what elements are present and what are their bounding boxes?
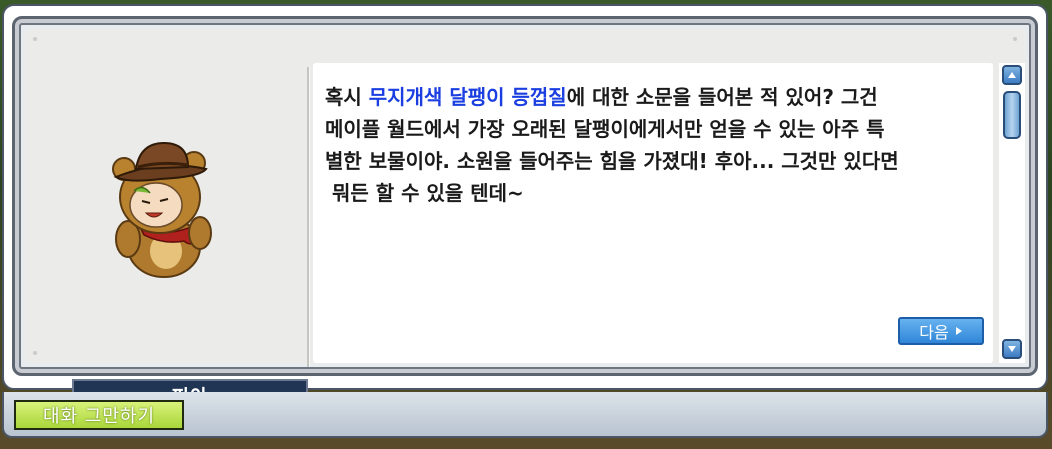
arrow-down-icon (1008, 346, 1016, 352)
end-chat-button[interactable]: 대화 그만하기 (14, 400, 184, 430)
panel-separator (307, 67, 310, 367)
dialog-text-box: 혹시 무지개색 달팽이 등껍질에 대한 소문을 들어본 적 있어? 그건 메이플… (313, 63, 993, 363)
dialog-line: 혹시 무지개색 달팽이 등껍질에 대한 소문을 들어본 적 있어? 그건 (325, 81, 985, 113)
game-screen: 피아 혹시 무지개색 달팽이 등껍질에 대한 소문을 들어본 적 있어? 그건 … (0, 0, 1052, 449)
dialog-frame: 피아 혹시 무지개색 달팽이 등껍질에 대한 소문을 들어본 적 있어? 그건 … (12, 16, 1038, 412)
npc-sprite (112, 141, 212, 278)
dialog-text: 혹시 무지개색 달팽이 등껍질에 대한 소문을 들어본 적 있어? 그건 메이플… (325, 81, 985, 209)
dialog-panel: 피아 혹시 무지개색 달팽이 등껍질에 대한 소문을 들어본 적 있어? 그건 … (25, 29, 1025, 412)
dialog-text-suffix: 에 대한 소문을 들어본 적 있어? 그건 (566, 85, 878, 109)
next-button[interactable]: 다음 (898, 317, 984, 345)
dialog-bottom-bar: 대화 그만하기 (2, 392, 1048, 438)
npc-portrait-area: 피아 (45, 129, 308, 412)
scroll-thumb[interactable] (1003, 91, 1021, 139)
dialog-line: 별한 보물이야. 소원을 들어주는 힘을 가졌대! 후아... 그것만 있다면 (325, 149, 899, 173)
arrow-up-icon (1008, 72, 1016, 78)
dialog-scrollbar[interactable] (999, 63, 1025, 363)
dialog-text-prefix: 혹시 (325, 85, 369, 109)
npc-dialog-window: 피아 혹시 무지개색 달팽이 등껍질에 대한 소문을 들어본 적 있어? 그건 … (2, 4, 1048, 412)
scroll-up-button[interactable] (1002, 65, 1022, 85)
dialog-line: 뭐든 할 수 있을 텐데~ (325, 181, 524, 205)
corner-dot (33, 351, 37, 355)
dialog-item-highlight: 무지개색 달팽이 등껍질 (368, 85, 567, 109)
corner-dot (33, 37, 37, 41)
next-button-label: 다음 (919, 323, 949, 342)
scroll-down-button[interactable] (1002, 339, 1022, 359)
triangle-right-icon (955, 327, 962, 335)
dialog-line: 메이플 월드에서 가장 오래된 달팽이에게서만 얻을 수 있는 아주 특 (325, 117, 885, 141)
corner-dot (1013, 37, 1017, 41)
